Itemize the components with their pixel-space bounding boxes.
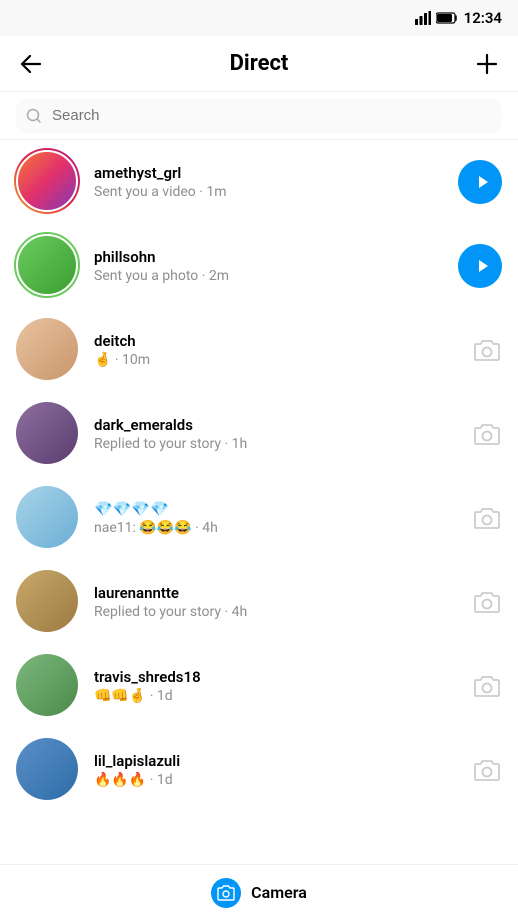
play-button[interactable] — [458, 160, 502, 204]
camera-icon-grey — [472, 587, 502, 617]
list-item[interactable]: phillsohn Sent you a photo · 2m — [0, 224, 518, 308]
message-preview: 👊👊🤞 · 1d — [94, 688, 460, 704]
message-content: travis_shreds18 👊👊🤞 · 1d — [94, 668, 460, 704]
status-time: 12:34 — [464, 9, 502, 27]
message-username: 💎💎💎💎 — [94, 500, 460, 518]
action-icon[interactable] — [472, 587, 502, 617]
avatar-wrap-laurenanntte — [16, 570, 80, 634]
message-list: amethyst_grl Sent you a video · 1m phills… — [0, 140, 518, 864]
avatar-wrap-phillsohn — [16, 234, 80, 298]
action-icon[interactable] — [472, 671, 502, 701]
message-preview: Replied to your story · 1h — [94, 436, 460, 452]
message-content: phillsohn Sent you a photo · 2m — [94, 248, 446, 284]
list-item[interactable]: dark_emeralds Replied to your story · 1h — [0, 392, 518, 476]
message-preview: nae11: 😂😂😂 · 4h — [94, 520, 460, 536]
add-button[interactable] — [472, 49, 502, 79]
action-icon[interactable] — [472, 503, 502, 533]
message-preview: 🔥🔥🔥 · 1d — [94, 772, 460, 788]
camera-icon-grey — [472, 671, 502, 701]
message-username: phillsohn — [94, 248, 446, 266]
signal-icon — [415, 11, 431, 25]
list-item[interactable]: amethyst_grl Sent you a video · 1m — [0, 140, 518, 224]
camera-icon-grey — [472, 755, 502, 785]
status-bar: 12:34 — [0, 0, 518, 36]
action-icon[interactable] — [472, 419, 502, 449]
message-content: lil_lapislazuli 🔥🔥🔥 · 1d — [94, 752, 460, 788]
message-content: amethyst_grl Sent you a video · 1m — [94, 164, 446, 200]
search-bar — [0, 92, 518, 140]
message-username: travis_shreds18 — [94, 668, 460, 686]
message-username: deitch — [94, 332, 460, 350]
search-input-wrap — [16, 99, 502, 133]
avatar-wrap-deitch — [16, 318, 80, 382]
camera-icon — [217, 885, 235, 901]
message-content: deitch 🤞 · 10m — [94, 332, 460, 368]
message-username: lil_lapislazuli — [94, 752, 460, 770]
message-content: laurenanntte Replied to your story · 4h — [94, 584, 460, 620]
message-preview: 🤞 · 10m — [94, 352, 460, 368]
action-icon[interactable] — [472, 755, 502, 785]
avatar-wrap-dark_emeralds — [16, 402, 80, 466]
message-content: 💎💎💎💎 nae11: 😂😂😂 · 4h — [94, 500, 460, 536]
battery-icon — [436, 12, 458, 24]
message-content: dark_emeralds Replied to your story · 1h — [94, 416, 460, 452]
list-item[interactable]: travis_shreds18 👊👊🤞 · 1d — [0, 644, 518, 728]
bottom-bar[interactable]: Camera — [0, 864, 518, 920]
action-icon[interactable] — [458, 160, 502, 204]
page-title: Direct — [230, 51, 289, 76]
message-username: dark_emeralds — [94, 416, 460, 434]
action-icon[interactable] — [458, 244, 502, 288]
camera-icon-grey — [472, 335, 502, 365]
search-icon — [26, 108, 42, 124]
action-icon[interactable] — [472, 335, 502, 365]
header: Direct — [0, 36, 518, 92]
avatar-wrap-nae11 — [16, 486, 80, 550]
play-button[interactable] — [458, 244, 502, 288]
message-preview: Sent you a photo · 2m — [94, 268, 446, 284]
message-preview: Sent you a video · 1m — [94, 184, 446, 200]
avatar-wrap-travis_shreds18 — [16, 654, 80, 718]
camera-button-icon — [211, 878, 241, 908]
avatar-wrap-lil_lapislazuli — [16, 738, 80, 802]
list-item[interactable]: deitch 🤞 · 10m — [0, 308, 518, 392]
list-item[interactable]: lil_lapislazuli 🔥🔥🔥 · 1d — [0, 728, 518, 812]
camera-icon-grey — [472, 419, 502, 449]
back-button[interactable] — [16, 51, 46, 77]
avatar-wrap-amethyst_grl — [16, 150, 80, 214]
list-item[interactable]: 💎💎💎💎 nae11: 😂😂😂 · 4h — [0, 476, 518, 560]
search-input[interactable] — [16, 99, 502, 133]
camera-icon-grey — [472, 503, 502, 533]
message-username: amethyst_grl — [94, 164, 446, 182]
status-icons — [415, 11, 458, 25]
camera-label: Camera — [251, 883, 307, 902]
message-username: laurenanntte — [94, 584, 460, 602]
list-item[interactable]: laurenanntte Replied to your story · 4h — [0, 560, 518, 644]
message-preview: Replied to your story · 4h — [94, 604, 460, 620]
